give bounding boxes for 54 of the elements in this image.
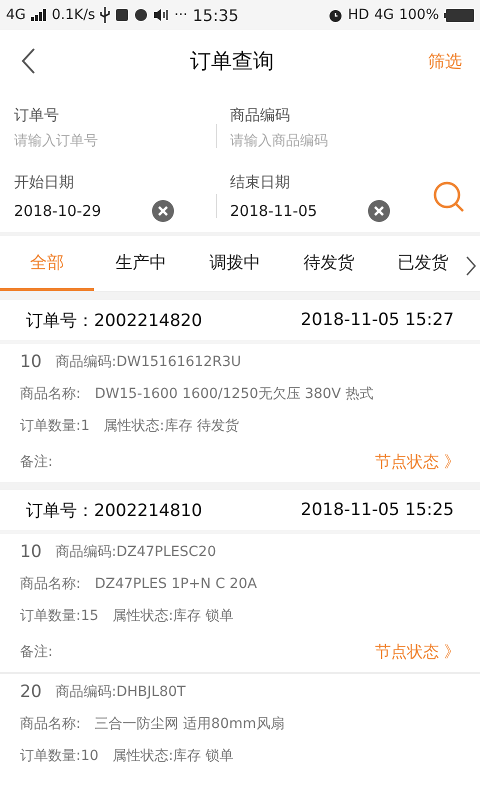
remark-label: 备注:: [20, 643, 53, 661]
order-quantity: 订单数量:15: [20, 607, 99, 625]
order-number: 订单号：2002214820: [26, 310, 202, 332]
date-value[interactable]: 2018-10-29: [14, 202, 102, 220]
field-label: 商品编码: [230, 106, 291, 124]
line-number: 10: [20, 542, 42, 562]
product-code: 商品编码:DW15161612R3U: [56, 353, 242, 371]
status-tab[interactable]: 生产中: [94, 236, 188, 291]
clock: 15:35: [192, 6, 239, 24]
clear-icon[interactable]: [152, 200, 174, 222]
name-label: 商品名称:: [20, 715, 81, 733]
field-label: 开始日期: [14, 172, 75, 192]
app-icon: [115, 8, 130, 22]
order-quantity: 订单数量:10: [20, 747, 99, 765]
field-label: 结束日期: [230, 172, 291, 192]
back-icon[interactable]: [20, 47, 36, 75]
product-code: 商品编码:DHBJL80T: [56, 683, 186, 701]
product-code: 商品编码:DZ47PLESC20: [56, 543, 216, 561]
product-name: 三合一防尘网 适用80mm风扇: [94, 715, 284, 733]
battery-icon: [444, 8, 474, 22]
status-tab[interactable]: 调拨中: [188, 236, 282, 291]
product-name: DW15-1600 1600/1250无欠压 380V 热式: [94, 385, 374, 403]
app-icon: [134, 8, 148, 22]
attribute-status: 属性状态:库存 锁单: [112, 607, 234, 625]
date-value[interactable]: 2018-11-05: [230, 202, 318, 220]
order-quantity: 订单数量:1: [20, 417, 90, 435]
attribute-status: 属性状态:库存 待发货: [104, 417, 239, 435]
field-label: 订单号: [14, 106, 60, 124]
line-number: 20: [20, 682, 42, 702]
line-number: 10: [20, 352, 42, 372]
attribute-status: 属性状态:库存 锁单: [112, 747, 234, 765]
name-label: 商品名称:: [20, 575, 81, 593]
signal-icon: [30, 9, 47, 21]
remark-label: 备注:: [20, 453, 53, 471]
battery-percent: 100%: [398, 7, 439, 23]
volume-icon: [153, 8, 170, 22]
clear-icon[interactable]: [368, 200, 390, 222]
status-tab[interactable]: 待发货: [282, 236, 376, 291]
order-time: 2018-11-05 15:27: [300, 310, 454, 330]
order-number: 订单号：2002214810: [26, 500, 202, 522]
more-dots: ···: [174, 7, 188, 23]
status-tab[interactable]: 已发货: [376, 236, 470, 291]
name-label: 商品名称:: [20, 385, 81, 403]
network-type: 4G: [6, 7, 26, 23]
order-time: 2018-11-05 15:25: [300, 500, 454, 520]
network-type: 4G: [374, 7, 394, 23]
page-title: 订单查询: [190, 48, 274, 75]
product-name: DZ47PLES 1P+N C 20A: [94, 576, 257, 592]
usb-icon: [100, 7, 110, 23]
hd-label: HD: [348, 7, 370, 23]
network-speed: 0.1K/s: [52, 7, 96, 23]
alarm-icon: [328, 8, 343, 22]
search-icon[interactable]: [432, 180, 466, 214]
chevron-right-icon[interactable]: [466, 256, 476, 276]
